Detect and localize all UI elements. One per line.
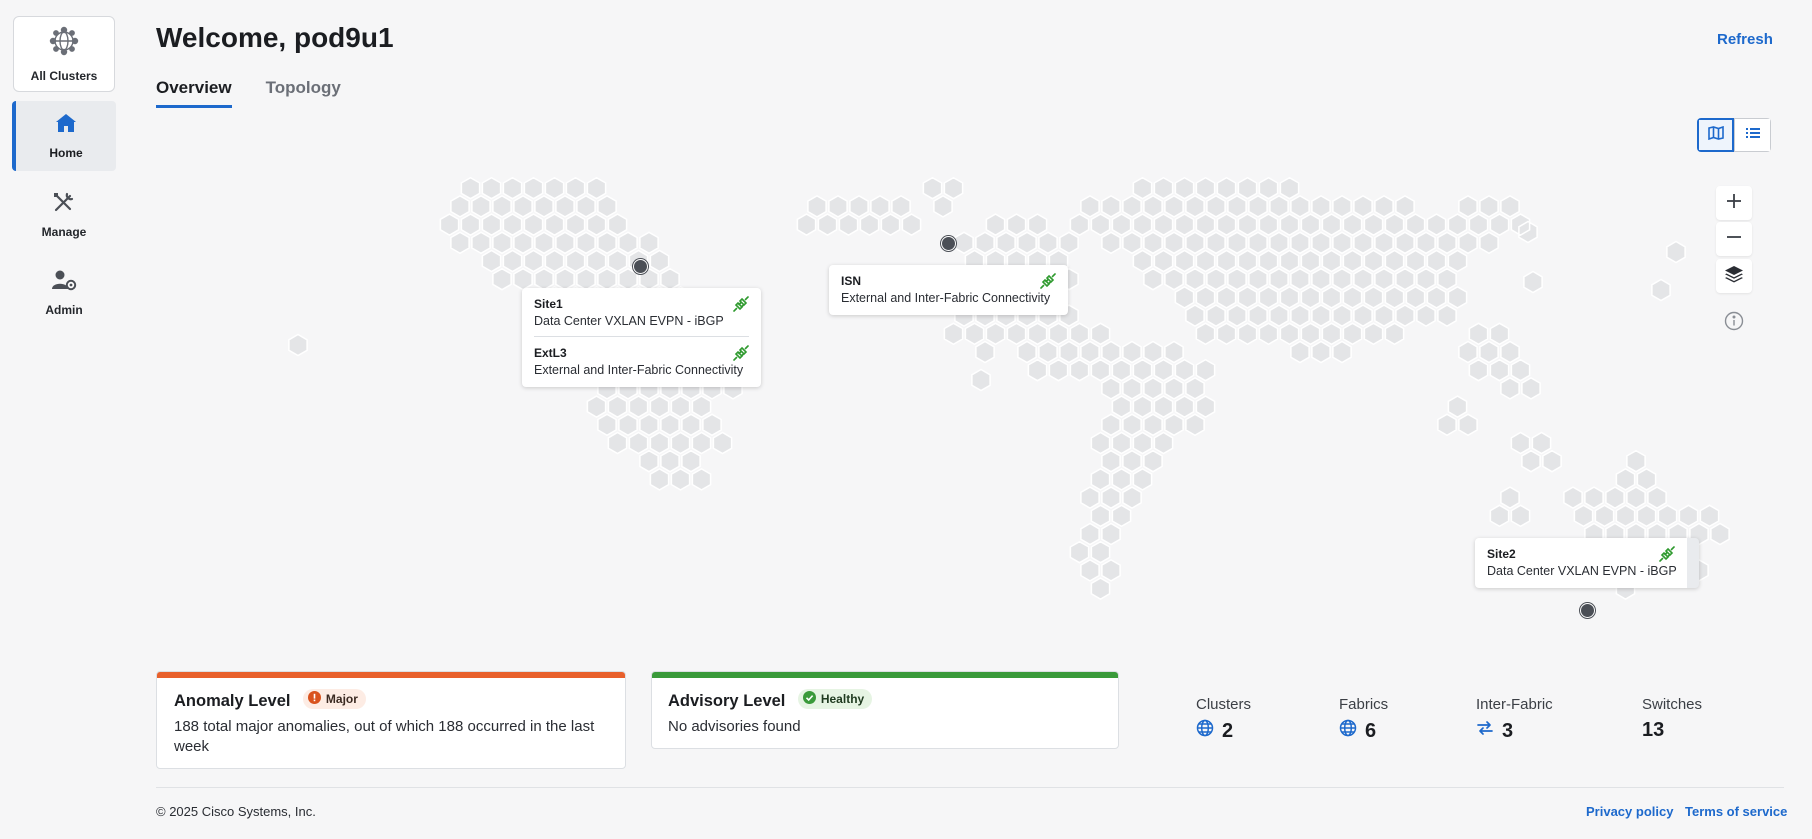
stat-value: 3 xyxy=(1502,719,1514,742)
anomaly-badge: Major xyxy=(302,689,366,709)
view-toggle xyxy=(1697,118,1771,152)
stat-fabrics[interactable]: Fabrics 6 xyxy=(1339,696,1388,743)
anomaly-description: 188 total major anomalies, out of which … xyxy=(174,718,595,755)
anomaly-card[interactable]: Anomaly Level Major 188 total major anom… xyxy=(156,671,626,769)
home-icon xyxy=(54,112,78,139)
layers-icon xyxy=(1724,265,1744,288)
all-clusters-button[interactable]: All Clusters xyxy=(13,16,115,92)
fabric-type: Data Center VXLAN EVPN - iBGP xyxy=(534,314,724,328)
fabric-name: ExtL3 xyxy=(534,346,567,360)
terms-of-service-link[interactable]: Terms of service xyxy=(1685,804,1787,819)
isn-marker[interactable] xyxy=(941,236,956,251)
globe-icon xyxy=(1339,719,1357,743)
advisory-title: Advisory Level xyxy=(668,692,786,710)
tools-icon xyxy=(52,191,76,218)
stat-label: Switches xyxy=(1642,696,1703,713)
sidebar: All Clusters Home Manage Admin xyxy=(0,0,128,839)
footer-divider xyxy=(156,787,1784,788)
callout-entry[interactable]: ExtL3 External and Inter-Fabric Connecti… xyxy=(534,345,749,379)
callout-entry[interactable]: Site1 Data Center VXLAN EVPN - iBGP xyxy=(534,296,749,330)
layers-button[interactable] xyxy=(1716,259,1752,293)
user-gear-icon xyxy=(51,269,77,296)
fabric-type: Data Center VXLAN EVPN - iBGP xyxy=(1487,564,1677,578)
fabric-type: External and Inter-Fabric Connectivity xyxy=(841,291,1051,305)
plus-icon xyxy=(1726,193,1742,214)
connected-icon xyxy=(1659,546,1675,567)
globe-icon xyxy=(1196,719,1214,743)
sidebar-item-label: Manage xyxy=(41,225,87,239)
fabric-name: Site1 xyxy=(534,297,563,311)
stat-value: 13 xyxy=(1642,719,1665,741)
divider xyxy=(534,336,749,337)
info-icon xyxy=(1724,311,1744,336)
land-hex-tiles xyxy=(288,176,1730,600)
stat-value: 2 xyxy=(1222,719,1234,742)
site1-marker[interactable] xyxy=(633,259,648,274)
list-view-button[interactable] xyxy=(1734,118,1771,152)
tab-bar: Overview Topology xyxy=(156,78,341,108)
callout-entry[interactable]: ISN External and Inter-Fabric Connectivi… xyxy=(841,273,1056,307)
fabric-name: ISN xyxy=(841,274,862,288)
connected-icon xyxy=(733,296,749,317)
site1-callout[interactable]: Site1 Data Center VXLAN EVPN - iBGP ExtL… xyxy=(522,288,761,387)
check-circle-icon xyxy=(802,691,816,707)
tab-overview[interactable]: Overview xyxy=(156,78,232,108)
stat-label: Inter-Fabric xyxy=(1476,696,1553,713)
stat-switches[interactable]: Switches 13 xyxy=(1642,696,1702,742)
clusters-globe-icon xyxy=(49,26,79,61)
minus-icon xyxy=(1726,229,1742,250)
tab-topology[interactable]: Topology xyxy=(266,78,341,108)
advisory-description: No advisories found xyxy=(668,718,801,735)
anomaly-title: Anomaly Level xyxy=(174,692,291,710)
list-icon xyxy=(1745,126,1761,145)
advisory-badge: Healthy xyxy=(797,689,873,709)
stat-inter-fabric[interactable]: Inter-Fabric 3 xyxy=(1476,696,1553,743)
stat-value: 6 xyxy=(1365,719,1377,742)
zoom-in-button[interactable] xyxy=(1716,186,1752,220)
anomaly-badge-label: Major xyxy=(325,692,358,706)
stat-label: Clusters xyxy=(1196,696,1252,713)
sidebar-item-manage[interactable]: Manage xyxy=(12,180,116,250)
fabric-name: Site2 xyxy=(1487,547,1516,561)
isn-callout[interactable]: ISN External and Inter-Fabric Connectivi… xyxy=(829,265,1068,315)
warning-icon xyxy=(307,691,321,707)
info-button[interactable] xyxy=(1716,306,1752,340)
site2-callout[interactable]: Site2 Data Center VXLAN EVPN - iBGP xyxy=(1475,538,1699,588)
copyright: © 2025 Cisco Systems, Inc. xyxy=(156,804,316,819)
map-icon xyxy=(1707,125,1724,145)
stat-clusters[interactable]: Clusters 2 xyxy=(1196,696,1251,743)
page-title: Welcome, pod9u1 xyxy=(156,22,394,53)
swap-icon xyxy=(1476,719,1494,743)
advisory-card[interactable]: Advisory Level Healthy No advisories fou… xyxy=(651,671,1119,749)
callout-entry[interactable]: Site2 Data Center VXLAN EVPN - iBGP xyxy=(1487,546,1677,580)
advisory-badge-label: Healthy xyxy=(820,692,865,706)
privacy-policy-link[interactable]: Privacy policy xyxy=(1586,804,1673,819)
map-view-button[interactable] xyxy=(1697,118,1734,152)
all-clusters-label: All Clusters xyxy=(30,68,98,83)
refresh-button[interactable]: Refresh xyxy=(1717,31,1773,48)
sidebar-item-home[interactable]: Home xyxy=(12,101,116,171)
connected-icon xyxy=(733,345,749,366)
stat-label: Fabrics xyxy=(1339,696,1389,713)
zoom-out-button[interactable] xyxy=(1716,222,1752,256)
sidebar-item-admin[interactable]: Admin xyxy=(12,258,116,328)
fabric-type: External and Inter-Fabric Connectivity xyxy=(534,363,744,377)
connected-icon xyxy=(1040,273,1056,294)
sidebar-item-label: Home xyxy=(49,146,83,160)
site2-marker[interactable] xyxy=(1580,603,1595,618)
sidebar-item-label: Admin xyxy=(45,303,83,317)
